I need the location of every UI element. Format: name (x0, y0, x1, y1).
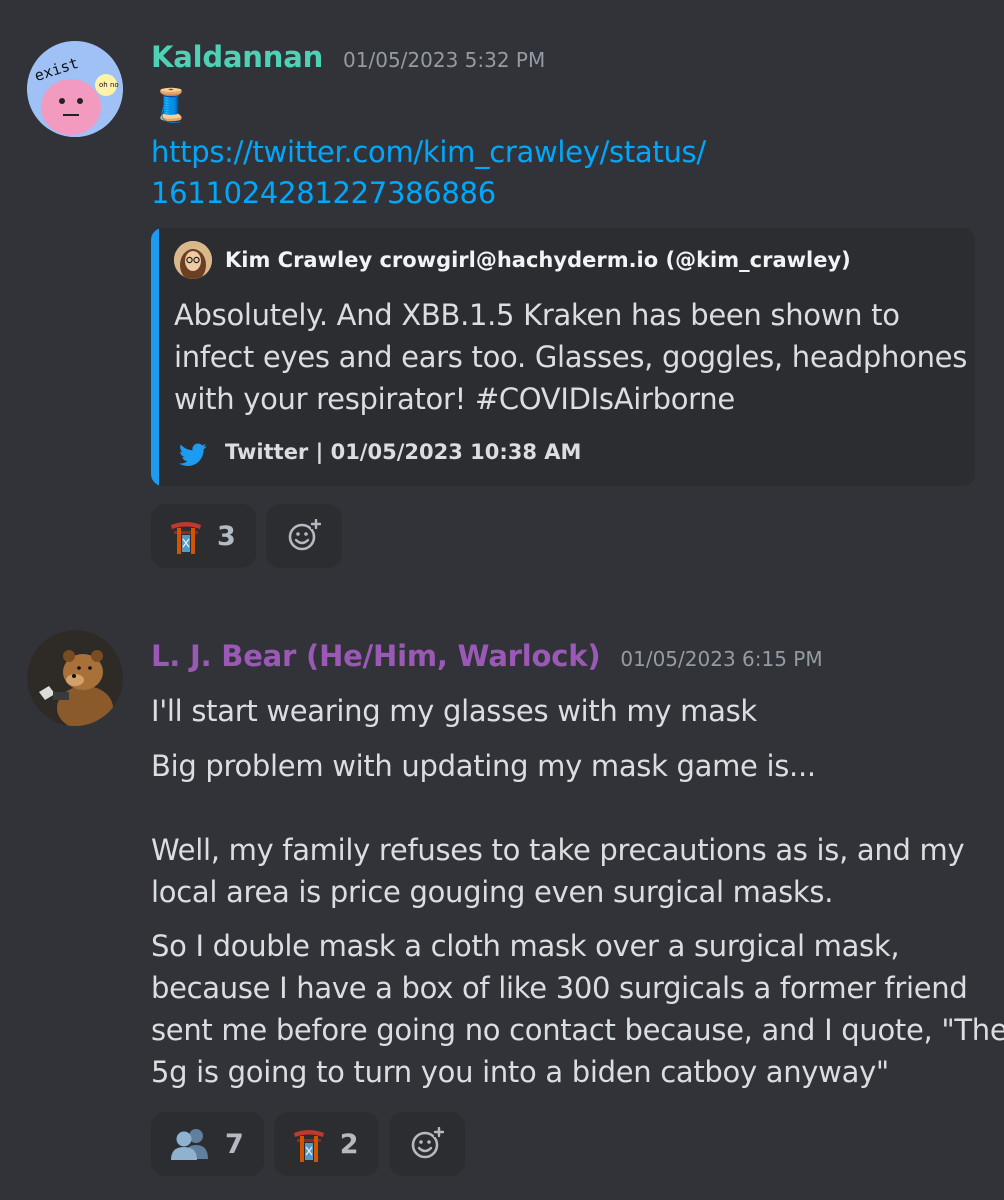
reactions-bar: 7 2 (151, 1112, 465, 1176)
reaction-count: 2 (339, 1128, 359, 1160)
busts-in-silhouette-emoji-icon (171, 1129, 208, 1160)
embed-accent-bar (151, 228, 159, 486)
avatar-image (27, 630, 123, 726)
username[interactable]: Kaldannan (151, 40, 323, 74)
twitter-embed[interactable]: Kim Crawley crowgirl@hachyderm.io (@kim_… (151, 228, 975, 486)
embed-description-line-1: Absolutely. And XBB.1.5 Kraken has been … (174, 298, 900, 332)
thread-emoji: 🧵 (151, 86, 191, 124)
message-line-5: So I double mask a cloth mask over a sur… (151, 929, 900, 963)
add-reaction-icon (288, 519, 321, 551)
message-line-3: Well, my family refuses to take precauti… (151, 833, 965, 867)
tweet-link-line-2[interactable]: 1611024281227386886 (151, 172, 496, 214)
author-avatar-image (174, 241, 212, 279)
message-line-8: 5g is going to turn you into a biden cat… (151, 1055, 889, 1089)
tweet-link-line-1[interactable]: https://twitter.com/kim_crawley/status/ (151, 131, 706, 173)
reaction-count: 7 (225, 1128, 244, 1160)
timestamp[interactable]: 01/05/2023 5:32 PM (343, 48, 545, 72)
reaction-busts-in-silhouette[interactable]: 7 (151, 1112, 264, 1176)
reactions-bar: 3 (151, 504, 342, 568)
message-line-7: sent me before going no contact because,… (151, 1013, 1004, 1047)
message-line-2: Big problem with updating my mask game i… (151, 749, 816, 783)
custom-torii-emoji-icon (293, 1130, 324, 1162)
message-line-1: I'll start wearing my glasses with my ma… (151, 694, 757, 728)
reaction-torii[interactable]: 2 (273, 1112, 379, 1176)
timestamp[interactable]: 01/05/2023 6:15 PM (620, 647, 822, 671)
avatar[interactable] (27, 630, 123, 726)
custom-torii-emoji-icon (171, 522, 201, 554)
reaction-count: 3 (217, 520, 236, 552)
username[interactable]: L. J. Bear (He/Him, Warlock) (151, 639, 601, 673)
message-line-4: local area is price gouging even surgica… (151, 875, 834, 909)
avatar[interactable]: exist oh no (27, 41, 123, 137)
reaction-torii[interactable]: 3 (151, 504, 256, 568)
twitter-bird-icon (179, 443, 207, 466)
embed-description-line-3: with your respirator! #COVIDIsAirborne (174, 382, 735, 416)
message-line-6: because I have a box of like 300 surgica… (151, 971, 968, 1005)
add-reaction-icon (411, 1127, 444, 1159)
avatar-small-text: oh no (99, 81, 119, 89)
embed-author[interactable]: Kim Crawley crowgirl@hachyderm.io (@kim_… (225, 248, 851, 272)
add-reaction-button[interactable] (388, 1112, 465, 1176)
message-header: L. J. Bear (He/Him, Warlock) 01/05/2023 … (151, 639, 823, 673)
embed-author-avatar (174, 241, 212, 279)
embed-description-line-2: infect eyes and ears too. Glasses, goggl… (174, 340, 967, 374)
avatar-image: exist oh no (27, 41, 123, 137)
add-reaction-button[interactable] (265, 504, 342, 568)
message-header: Kaldannan 01/05/2023 5:32 PM (151, 40, 545, 74)
embed-footer: Twitter | 01/05/2023 10:38 AM (225, 440, 582, 464)
